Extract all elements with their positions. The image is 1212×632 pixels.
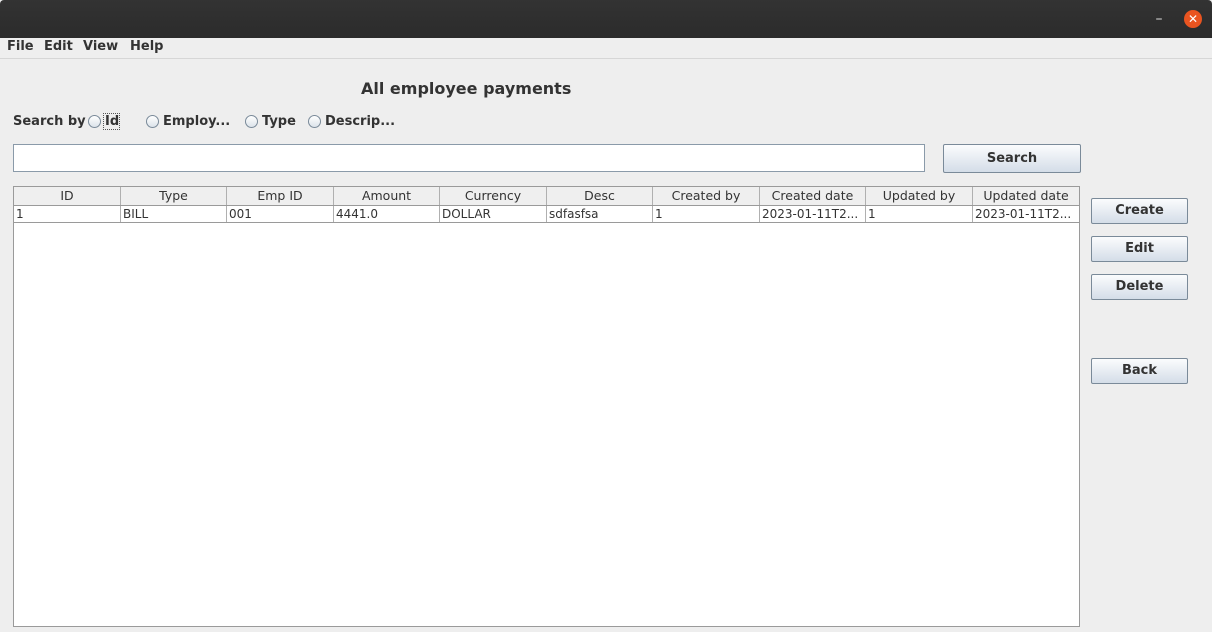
cell-currency: DOLLAR: [440, 206, 547, 222]
radio-type[interactable]: [245, 115, 258, 128]
menu-view[interactable]: View: [83, 39, 118, 54]
radio-employee-label[interactable]: Employ...: [163, 114, 230, 129]
cell-created-by: 1: [653, 206, 760, 222]
radio-id-label[interactable]: Id: [105, 114, 119, 129]
cell-desc: sdfasfsa: [547, 206, 653, 222]
column-header-desc[interactable]: Desc: [547, 187, 653, 205]
cell-updated-by: 1: [866, 206, 973, 222]
minimize-button[interactable]: –: [1151, 8, 1167, 28]
create-button[interactable]: Create: [1091, 198, 1188, 224]
radio-id[interactable]: [88, 115, 101, 128]
radio-type-label[interactable]: Type: [262, 114, 296, 129]
column-header-updated-by[interactable]: Updated by: [866, 187, 973, 205]
page-title: All employee payments: [361, 79, 572, 98]
radio-description[interactable]: [308, 115, 321, 128]
column-header-id[interactable]: ID: [14, 187, 121, 205]
delete-button[interactable]: Delete: [1091, 274, 1188, 300]
column-header-type[interactable]: Type: [121, 187, 227, 205]
table-header: ID Type Emp ID Amount Currency Desc Crea…: [14, 187, 1079, 206]
radio-description-label[interactable]: Descrip...: [325, 114, 395, 129]
close-button[interactable]: ✕: [1184, 10, 1202, 28]
column-header-emp-id[interactable]: Emp ID: [227, 187, 334, 205]
cell-created-date: 2023-01-11T2...: [760, 206, 866, 222]
edit-button[interactable]: Edit: [1091, 236, 1188, 262]
menu-help[interactable]: Help: [130, 39, 163, 54]
title-bar: – ✕: [0, 0, 1212, 38]
payments-table[interactable]: ID Type Emp ID Amount Currency Desc Crea…: [13, 186, 1080, 627]
search-by-label: Search by: [13, 114, 86, 129]
back-button[interactable]: Back: [1091, 358, 1188, 384]
cell-id: 1: [14, 206, 121, 222]
search-button[interactable]: Search: [943, 144, 1081, 173]
menu-bar: File Edit View Help: [0, 38, 1212, 59]
table-row[interactable]: 1 BILL 001 4441.0 DOLLAR sdfasfsa 1 2023…: [14, 206, 1079, 223]
menu-edit[interactable]: Edit: [44, 39, 73, 54]
cell-emp-id: 001: [227, 206, 334, 222]
column-header-created-date[interactable]: Created date: [760, 187, 866, 205]
column-header-created-by[interactable]: Created by: [653, 187, 760, 205]
menu-file[interactable]: File: [7, 39, 34, 54]
cell-type: BILL: [121, 206, 227, 222]
column-header-amount[interactable]: Amount: [334, 187, 440, 205]
column-header-updated-date[interactable]: Updated date: [973, 187, 1079, 205]
cell-updated-date: 2023-01-11T2...: [975, 207, 1072, 221]
cell-amount: 4441.0: [334, 206, 440, 222]
search-input[interactable]: [13, 144, 925, 172]
radio-employee[interactable]: [146, 115, 159, 128]
column-header-currency[interactable]: Currency: [440, 187, 547, 205]
